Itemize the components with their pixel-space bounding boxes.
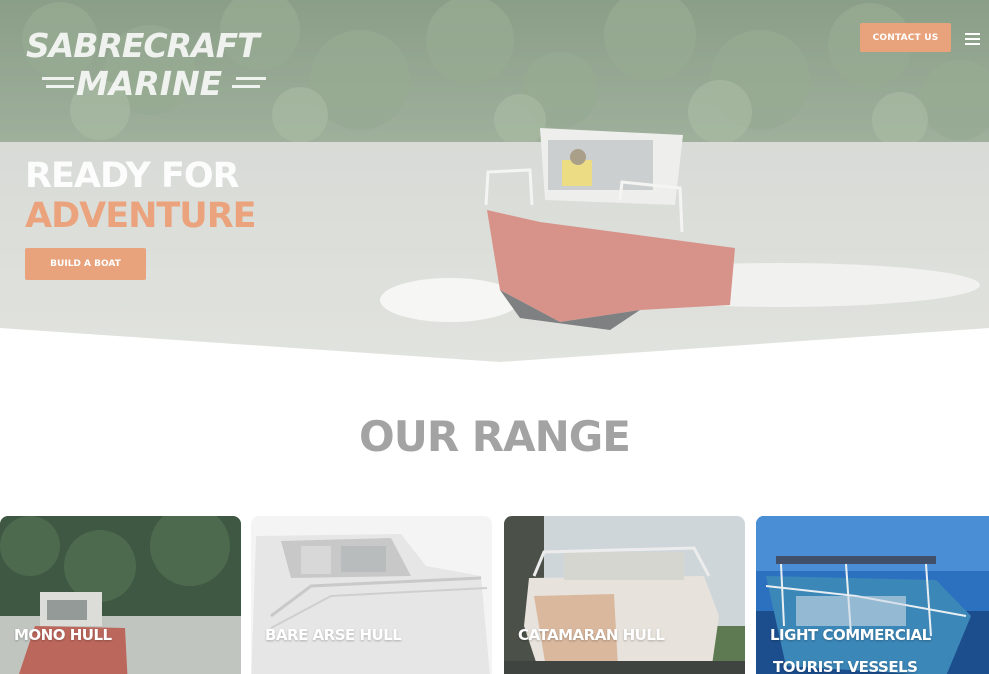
logo-dash-right	[236, 77, 266, 80]
range-card-light-commercial[interactable]: LIGHT COMMERCIAL TOURIST VESSELS	[756, 516, 989, 674]
build-a-boat-button[interactable]: BUILD A BOAT	[25, 248, 146, 280]
card-label: MONO HULL	[14, 626, 112, 644]
menu-bar	[965, 38, 980, 40]
card-label: CATAMARAN HULL	[518, 626, 665, 644]
hero-title-line1: READY FOR	[25, 156, 240, 196]
card-label-line1: LIGHT COMMERCIAL	[770, 626, 931, 644]
logo-dash-left	[42, 77, 74, 80]
logo-dash-right-2	[232, 85, 260, 88]
sabrecraft-marine-logo[interactable]: SABRECRAFT MARINE	[24, 26, 299, 104]
mono-hull-image	[0, 516, 241, 674]
bare-arse-hull-image	[251, 516, 492, 674]
menu-bar	[965, 43, 980, 45]
menu-bar	[965, 33, 980, 35]
catamaran-hull-image	[504, 516, 745, 674]
logo-dash-left-2	[46, 85, 74, 88]
hamburger-menu-icon[interactable]	[965, 33, 980, 45]
our-range-heading: OUR RANGE	[359, 412, 631, 461]
range-card-mono-hull[interactable]: MONO HULL	[0, 516, 241, 674]
hero-section: SABRECRAFT MARINE CONTACT US READY FOR A…	[0, 0, 989, 400]
range-cards: MONO HULL BARE ARSE HULL CATAMARAN HULL	[0, 516, 989, 674]
hero-title-line2: ADVENTURE	[25, 196, 257, 236]
range-card-catamaran-hull[interactable]: CATAMARAN HULL	[504, 516, 745, 674]
range-card-bare-arse-hull[interactable]: BARE ARSE HULL	[251, 516, 492, 674]
logo-text-marine: MARINE	[76, 64, 223, 103]
contact-us-button[interactable]: CONTACT US	[860, 23, 951, 52]
card-label-line2: TOURIST VESSELS	[773, 658, 918, 674]
logo-text-sabrecraft: SABRECRAFT	[26, 26, 260, 65]
light-commercial-image	[756, 516, 989, 674]
card-label: BARE ARSE HULL	[265, 626, 402, 644]
